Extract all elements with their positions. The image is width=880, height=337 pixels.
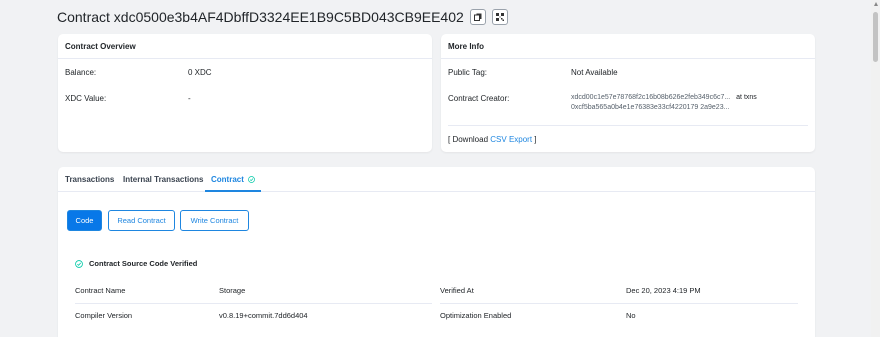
- tab-internal-transactions[interactable]: Internal Transactions: [123, 167, 203, 192]
- scrollbar-thumb[interactable]: [873, 12, 878, 62]
- contract-creator-label: Contract Creator:: [448, 94, 510, 103]
- creator-address-link[interactable]: xdcd00c1e57e78768f2c16b08b626e2feb349c6c…: [571, 94, 730, 101]
- tab-bar: Transactions Internal Transactions Contr…: [58, 167, 815, 192]
- copy-icon: [473, 13, 482, 21]
- public-tag-label: Public Tag:: [448, 68, 487, 77]
- contract-name-value: Storage: [219, 286, 246, 295]
- read-contract-button[interactable]: Read Contract: [108, 210, 175, 231]
- page-header: Contract xdc0500e3b4AF4DbffD3324EE1B9C5B…: [57, 8, 508, 26]
- qr-code-button[interactable]: [491, 9, 508, 25]
- more-info-title: More Info: [441, 34, 815, 59]
- copy-address-button[interactable]: [469, 9, 486, 25]
- page-title: Contract xdc0500e3b4AF4DbffD3324EE1B9C5B…: [57, 9, 464, 25]
- more-info-divider: [448, 125, 808, 126]
- compiler-version-value: v0.8.19+commit.7dd6d404: [219, 311, 308, 320]
- download-suffix: ]: [534, 135, 537, 144]
- qr-code-icon: [495, 13, 504, 21]
- contract-creator-block: xdcd00c1e57e78768f2c16b08b626e2feb349c6c…: [571, 93, 757, 113]
- creator-txn-link[interactable]: 0xcf5ba565a0b4e1e76383e33cf4220179 2a9e2…: [571, 104, 729, 111]
- balance-value: 0 XDC: [188, 68, 212, 77]
- optimization-value: No: [626, 311, 636, 320]
- contract-name-label: Contract Name: [75, 286, 126, 295]
- optimization-label: Optimization Enabled: [440, 311, 512, 320]
- write-contract-button[interactable]: Write Contract: [180, 210, 249, 231]
- contract-overview-card: Contract Overview Balance: 0 XDC XDC Val…: [58, 34, 432, 152]
- verified-at-label: Verified At: [440, 286, 474, 295]
- tab-contract-label: Contract: [211, 175, 244, 184]
- compiler-version-label: Compiler Version: [75, 311, 133, 320]
- verified-at-value: Dec 20, 2023 4:19 PM: [626, 286, 701, 295]
- info-divider-left: [75, 303, 432, 304]
- xdc-value-label: XDC Value:: [65, 94, 107, 103]
- public-tag-value: Not Available: [571, 68, 618, 77]
- csv-export-link[interactable]: CSV Export: [490, 135, 532, 144]
- balance-label: Balance:: [65, 68, 97, 77]
- xdc-value: -: [188, 94, 191, 103]
- creator-at-text: at txns: [736, 94, 757, 101]
- scroll-up-arrow-icon[interactable]: [874, 2, 878, 6]
- check-circle-icon: [248, 176, 255, 184]
- more-info-card: More Info Public Tag: Not Available Cont…: [441, 34, 815, 152]
- info-divider-right: [440, 303, 798, 304]
- contract-overview-title: Contract Overview: [58, 34, 432, 59]
- verified-check-icon: [75, 259, 83, 268]
- code-button[interactable]: Code: [67, 210, 102, 231]
- page-scrollbar[interactable]: [871, 0, 880, 337]
- download-prefix: [ Download: [448, 135, 489, 144]
- source-verified-status: Contract Source Code Verified: [75, 259, 197, 268]
- tab-transactions[interactable]: Transactions: [65, 167, 114, 192]
- source-verified-label: Contract Source Code Verified: [89, 259, 198, 268]
- tab-contract[interactable]: Contract: [205, 167, 262, 192]
- contract-details-card: Transactions Internal Transactions Contr…: [58, 167, 815, 337]
